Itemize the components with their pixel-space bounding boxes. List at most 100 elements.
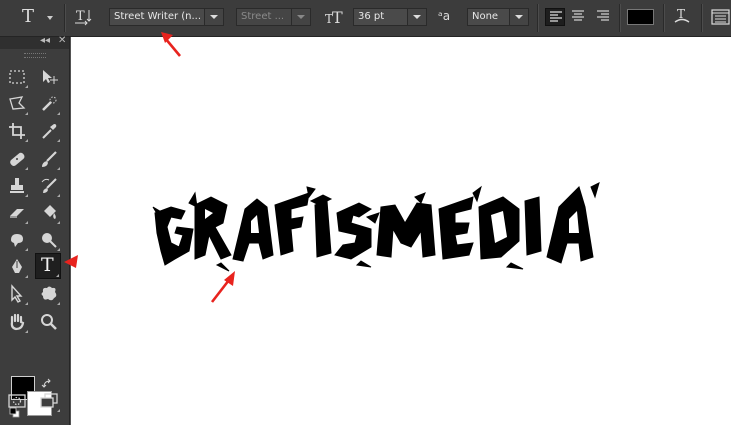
tool-flyout-indicator — [57, 112, 60, 115]
custom-shape-icon — [41, 286, 57, 301]
move-icon — [43, 70, 58, 84]
align-center-icon — [572, 10, 584, 21]
annotation-arrow-font — [161, 32, 181, 57]
options-bar: T T Street Writer (n... Street ... T T 3… — [0, 0, 731, 37]
chevron-updown-icon[interactable] — [509, 9, 528, 25]
tool-flyout-indicator — [57, 139, 60, 142]
type-tool-icon: T — [41, 254, 54, 276]
chevron-down-icon[interactable] — [291, 9, 310, 25]
history-brush-tool[interactable] — [37, 174, 61, 198]
panel-grip[interactable] — [24, 53, 46, 58]
align-right-button[interactable] — [594, 8, 614, 26]
tool-flyout-indicator — [25, 112, 28, 115]
options-divider — [619, 4, 620, 32]
brush-icon — [42, 151, 57, 167]
tools-panel-header: ◂◂ ✕ — [0, 35, 69, 49]
document-canvas[interactable] — [71, 37, 731, 425]
font-style-dropdown[interactable]: Street ... — [236, 8, 311, 26]
align-right-icon — [597, 10, 609, 21]
antialias-icon: ᵃa — [438, 9, 451, 23]
options-divider — [537, 4, 538, 32]
align-left-button[interactable] — [545, 8, 565, 26]
eyedropper-tool[interactable] — [37, 119, 61, 143]
blur-tool[interactable] — [5, 228, 29, 252]
warp-text-icon[interactable]: T — [673, 6, 691, 32]
font-style-value: Street ... — [241, 11, 285, 22]
tool-flyout-indicator — [25, 139, 28, 142]
quick-selection-icon — [42, 96, 57, 111]
hand-icon — [10, 313, 25, 331]
text-color-swatch[interactable] — [627, 9, 654, 25]
screen-mode-button[interactable] — [37, 389, 61, 413]
close-panel-icon[interactable]: ✕ — [58, 35, 66, 46]
font-size-value: 36 pt — [358, 11, 385, 22]
chevron-down-icon[interactable] — [407, 9, 426, 25]
tool-flyout-indicator — [25, 194, 28, 197]
tool-flyout-indicator — [57, 167, 60, 170]
path-selection-icon — [11, 284, 23, 303]
chevron-down-icon[interactable] — [204, 9, 223, 25]
tool-flyout-indicator — [57, 302, 60, 305]
brush-tool[interactable] — [37, 147, 61, 171]
healing-brush-tool[interactable] — [5, 147, 29, 171]
tool-flyout-indicator — [57, 194, 60, 197]
marquee-icon — [9, 70, 25, 84]
lasso-tool[interactable] — [5, 92, 29, 116]
antialias-dropdown[interactable]: None — [467, 8, 529, 26]
paint-bucket-tool[interactable] — [37, 201, 61, 225]
dodge-tool[interactable] — [37, 228, 61, 252]
svg-text:T: T — [76, 9, 85, 24]
type-tool-preset-icon[interactable]: T — [22, 6, 34, 27]
crop-icon — [9, 123, 25, 139]
quick-mask-button[interactable] — [5, 389, 29, 413]
annotation-arrow-canvas — [210, 271, 235, 303]
pen-icon — [12, 259, 22, 273]
tool-flyout-indicator — [25, 275, 28, 278]
marquee-tool[interactable] — [5, 65, 29, 89]
tool-preset-dropdown-caret[interactable] — [47, 16, 53, 20]
options-divider — [701, 4, 702, 32]
tools-panel: ◂◂ ✕ T — [0, 35, 70, 425]
quick-selection-tool[interactable] — [37, 92, 61, 116]
hand-tool[interactable] — [5, 310, 29, 334]
dodge-icon — [42, 233, 57, 248]
graffiti-text-layer[interactable] — [71, 37, 731, 425]
path-selection-tool[interactable] — [5, 282, 29, 306]
screen-mode-icon — [40, 393, 58, 408]
align-center-button[interactable] — [569, 8, 589, 26]
annotation-arrow-type-tool — [64, 255, 78, 268]
custom-shape-tool[interactable] — [37, 282, 61, 306]
font-size-icon: T T — [325, 8, 345, 29]
type-tool[interactable]: T — [35, 253, 61, 279]
tool-flyout-indicator — [25, 248, 28, 251]
options-divider — [64, 4, 65, 32]
eraser-icon — [10, 209, 24, 218]
font-size-dropdown[interactable]: 36 pt — [353, 8, 427, 26]
tool-flyout-indicator — [25, 85, 28, 88]
tool-flyout-indicator — [57, 409, 60, 412]
collapse-panel-icon[interactable]: ◂◂ — [40, 35, 50, 46]
crop-tool[interactable] — [5, 119, 29, 143]
eyedropper-icon — [42, 124, 57, 139]
tool-flyout-indicator — [56, 274, 59, 277]
options-divider — [663, 4, 664, 32]
tool-flyout-indicator — [25, 221, 28, 224]
character-panel-icon[interactable] — [711, 9, 731, 29]
eraser-tool[interactable] — [5, 201, 29, 225]
align-left-icon — [550, 11, 562, 22]
svg-text:T: T — [332, 9, 343, 25]
zoom-icon — [41, 314, 57, 330]
move-tool[interactable] — [37, 65, 61, 89]
bandage-icon — [10, 152, 25, 166]
font-family-value: Street Writer (n... — [114, 11, 202, 22]
polygonal-lasso-icon — [9, 96, 26, 110]
tool-flyout-indicator — [25, 302, 28, 305]
tool-flyout-indicator — [25, 330, 28, 333]
pen-tool[interactable] — [5, 255, 29, 279]
tool-flyout-indicator — [25, 167, 28, 170]
toggle-text-orientation-icon[interactable]: T — [73, 7, 93, 27]
stamp-icon — [10, 178, 24, 193]
tool-flyout-indicator — [57, 248, 60, 251]
clone-stamp-tool[interactable] — [5, 174, 29, 198]
zoom-tool[interactable] — [37, 310, 61, 334]
